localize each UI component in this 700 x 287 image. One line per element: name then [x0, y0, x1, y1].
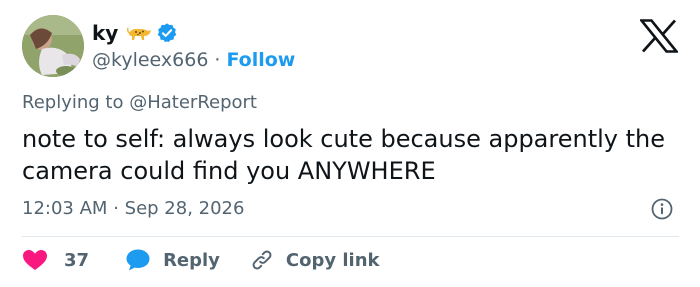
x-logo-icon[interactable] — [638, 19, 680, 53]
heart-icon — [23, 250, 47, 270]
link-icon — [252, 250, 272, 270]
verified-badge-icon — [156, 22, 178, 44]
tweet-time: 12:03 AM — [22, 198, 108, 219]
timestamp-separator: · — [113, 198, 119, 219]
author-display-name[interactable]: ky — [92, 21, 118, 45]
tweet-timestamp[interactable]: 12:03 AM · Sep 28, 2026 — [22, 196, 244, 222]
author-name-row: ky — [92, 18, 178, 48]
author-handle[interactable]: @kyleex666 — [92, 47, 208, 73]
tweet-date: Sep 28, 2026 — [124, 198, 245, 219]
reply-mention-link[interactable]: @HaterReport — [129, 92, 257, 113]
tweet-text: note to self: always look cute because a… — [22, 125, 665, 185]
reply-button[interactable]: Reply — [125, 248, 220, 272]
like-button[interactable]: 37 — [22, 249, 89, 271]
copy-link-label: Copy link — [285, 249, 380, 271]
author-handle-row: @kyleex666 · Follow — [92, 47, 295, 73]
divider — [22, 236, 679, 237]
avatar-photo — [22, 15, 84, 77]
copy-link-button[interactable]: Copy link — [250, 248, 380, 272]
handle-separator: · — [214, 49, 221, 71]
author-avatar[interactable] — [22, 15, 84, 77]
follow-button[interactable]: Follow — [226, 47, 295, 73]
reply-bubble-icon — [126, 249, 150, 271]
like-count: 37 — [64, 249, 90, 271]
reply-context: Replying to @HaterReport — [22, 90, 257, 116]
reply-label: Reply — [163, 249, 220, 271]
tweet-actions: 37 Reply Copy link — [22, 244, 380, 276]
leopard-icon — [126, 24, 152, 42]
info-icon[interactable] — [651, 198, 673, 220]
reply-context-prefix: Replying to — [22, 92, 124, 113]
